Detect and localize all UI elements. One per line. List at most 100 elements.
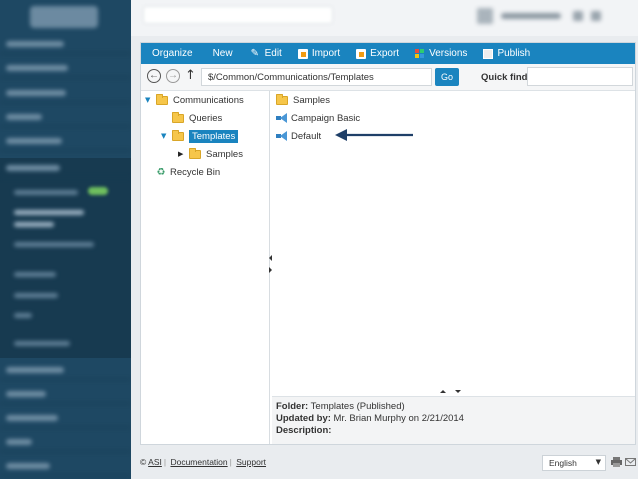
- list-item[interactable]: Default: [276, 129, 321, 143]
- print-icon[interactable]: [611, 457, 622, 467]
- nav-subitem[interactable]: [14, 242, 94, 247]
- tree-label: Recycle Bin: [170, 166, 221, 178]
- nav-subitem[interactable]: [14, 190, 78, 195]
- tree-label: Queries: [189, 112, 223, 124]
- nav-subitem[interactable]: [14, 210, 84, 215]
- description-detail: Description:: [276, 425, 332, 436]
- recycle-bin-icon: ♻: [156, 166, 166, 178]
- nav-active-section: [0, 158, 131, 358]
- nav-item[interactable]: [0, 456, 131, 476]
- publish-button[interactable]: Publish: [475, 43, 538, 64]
- folder-icon: [172, 111, 184, 123]
- tree-label: Samples: [206, 148, 243, 160]
- nav-item[interactable]: [0, 58, 131, 78]
- help-icon[interactable]: [591, 11, 601, 21]
- versions-button[interactable]: Versions: [407, 43, 475, 64]
- nav-item[interactable]: [0, 408, 131, 428]
- export-icon: [356, 48, 367, 59]
- nav-item[interactable]: [0, 360, 131, 380]
- list-item[interactable]: Samples: [276, 93, 330, 107]
- collapse-triangle-icon[interactable]: ▶: [178, 150, 186, 158]
- tree-item-recycle-bin[interactable]: ♻ Recycle Bin: [156, 165, 221, 179]
- organize-label: Organize: [152, 48, 193, 59]
- footer-links: © ASI | Documentation | Support: [140, 457, 267, 467]
- global-search-input[interactable]: [143, 6, 333, 24]
- nav-item[interactable]: [0, 384, 131, 404]
- settings-icon[interactable]: [573, 11, 583, 21]
- folder-detail: Folder: Templates (Published): [276, 401, 405, 412]
- export-button[interactable]: Export: [348, 43, 407, 64]
- nav-subitem[interactable]: [14, 313, 32, 318]
- export-label: Export: [370, 48, 400, 59]
- nav-subitem[interactable]: [14, 222, 54, 227]
- asi-link[interactable]: ASI: [148, 457, 162, 467]
- folder-icon: [189, 147, 201, 159]
- updated-detail: Updated by: Mr. Brian Murphy on 2/21/201…: [276, 413, 464, 424]
- expand-triangle-icon[interactable]: ▼: [145, 96, 153, 104]
- logo: [30, 6, 98, 28]
- tree-item-queries[interactable]: Queries: [172, 111, 222, 125]
- address-bar: ← → ↑ $/Common/Communications/Templates …: [141, 64, 635, 91]
- nav-subitem[interactable]: [14, 293, 58, 298]
- edit-button[interactable]: ✎ Edit: [243, 43, 290, 64]
- tree-label-selected: Templates: [189, 129, 239, 143]
- quick-find-label: Quick find: [481, 72, 528, 83]
- folder-icon: [172, 129, 184, 141]
- path-input[interactable]: $/Common/Communications/Templates: [201, 68, 432, 86]
- copyright-symbol: ©: [140, 457, 147, 467]
- forward-arrow-icon[interactable]: →: [166, 69, 180, 83]
- tree-label: Communications: [173, 94, 244, 106]
- nav-item[interactable]: [0, 131, 131, 151]
- nav-subitem[interactable]: [14, 272, 56, 277]
- documentation-link[interactable]: Documentation: [170, 457, 227, 467]
- back-arrow-icon[interactable]: ←: [147, 69, 161, 83]
- nav-item[interactable]: [0, 107, 131, 127]
- import-icon: [297, 48, 308, 59]
- list-item[interactable]: Campaign Basic: [276, 111, 360, 125]
- organize-button[interactable]: Organize: [141, 43, 205, 64]
- content-manager-panel: Organize New ✎ Edit Import Export Versio…: [140, 42, 636, 445]
- left-navigation: [0, 0, 131, 479]
- nav-item[interactable]: [0, 432, 131, 452]
- tree-item-samples[interactable]: ▶ Samples: [178, 147, 243, 161]
- pencil-icon: ✎: [250, 47, 259, 59]
- item-list: Samples Campaign Basic Default: [272, 91, 635, 393]
- publish-label: Publish: [497, 48, 531, 59]
- nav-item[interactable]: [0, 34, 131, 54]
- versions-label: Versions: [429, 48, 468, 59]
- new-label: New: [212, 48, 233, 59]
- details-pane: Folder: Templates (Published) Updated by…: [272, 396, 635, 444]
- list-item-label: Samples: [293, 94, 330, 106]
- list-item-label: Campaign Basic: [291, 112, 361, 124]
- versions-icon: [415, 48, 425, 59]
- nav-subitem[interactable]: [14, 341, 70, 346]
- avatar: [477, 8, 493, 24]
- chevron-down-icon: ▼: [595, 458, 601, 466]
- nav-item[interactable]: [0, 158, 131, 178]
- folder-icon: [276, 93, 288, 105]
- annotation-arrow: [335, 129, 413, 141]
- campaign-icon: [276, 113, 287, 123]
- import-button[interactable]: Import: [290, 43, 348, 64]
- new-button[interactable]: New: [205, 43, 243, 64]
- user-menu[interactable]: [477, 8, 607, 24]
- up-arrow-icon[interactable]: ↑: [185, 68, 196, 83]
- language-select[interactable]: English ▼: [542, 455, 606, 471]
- quick-find-input[interactable]: [527, 67, 633, 86]
- expand-triangle-icon[interactable]: ▼: [161, 132, 169, 140]
- nav-badge: [88, 187, 108, 195]
- publish-icon: [483, 48, 494, 59]
- support-link[interactable]: Support: [236, 457, 266, 467]
- language-value: English: [549, 458, 577, 468]
- campaign-icon: [276, 131, 287, 141]
- user-name: [501, 13, 561, 19]
- tree-item-templates[interactable]: ▼ Templates: [161, 129, 239, 143]
- go-button[interactable]: Go: [435, 68, 459, 86]
- edit-label: Edit: [264, 48, 282, 59]
- import-label: Import: [311, 48, 341, 59]
- folder-tree: ▼ Communications Queries ▼ Templates ▶ S…: [141, 91, 270, 444]
- tree-item-communications[interactable]: ▼ Communications: [145, 93, 244, 107]
- list-item-label: Default: [291, 130, 322, 142]
- nav-item[interactable]: [0, 83, 131, 103]
- email-icon[interactable]: [625, 457, 636, 467]
